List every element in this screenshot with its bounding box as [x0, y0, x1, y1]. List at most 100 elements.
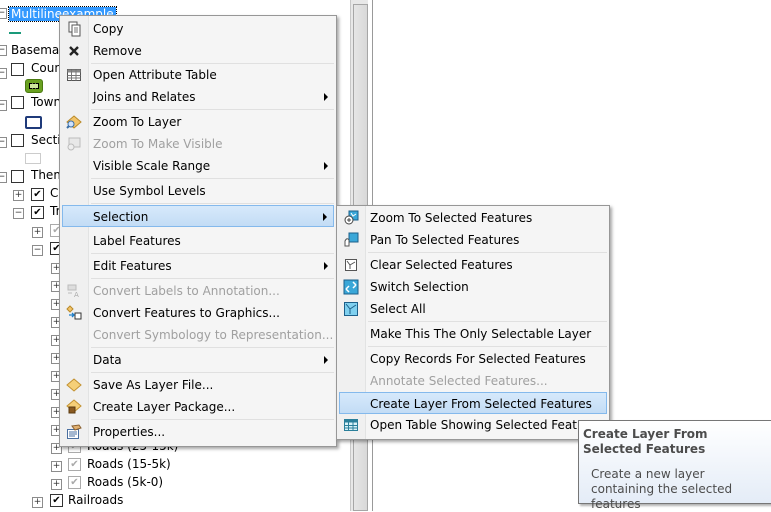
layer-visibility-checkbox[interactable]: [11, 63, 24, 76]
submenu-arrow-icon: [324, 162, 328, 170]
layer-visibility-checkbox[interactable]: ✔: [68, 458, 81, 471]
menu-item-label: Convert Features to Graphics...: [93, 306, 280, 320]
menu-item-make-only-selectable-layer[interactable]: Make This The Only Selectable Layer: [339, 323, 607, 345]
menu-item-label: Use Symbol Levels: [93, 184, 206, 198]
layer-c[interactable]: C: [50, 184, 58, 202]
menu-item-label: Select All: [370, 302, 426, 316]
layer-visibility-checkbox[interactable]: ✔: [50, 494, 63, 507]
menu-item-label: Properties...: [93, 425, 166, 439]
line-symbol: [9, 32, 21, 34]
layer-visibility-checkbox[interactable]: ✔: [31, 188, 44, 201]
menu-item-copy[interactable]: Copy: [62, 18, 334, 40]
layer-visibility-checkbox[interactable]: [11, 170, 24, 183]
selection-submenu: Zoom To Selected Features Pan To Selecte…: [336, 205, 610, 440]
layer-name: Railroads: [68, 493, 124, 507]
menu-item-create-layer-package[interactable]: Create Layer Package...: [62, 396, 334, 418]
menu-item-annotate-selected-features[interactable]: Annotate Selected Features...: [339, 370, 607, 392]
menu-item-label: Convert Symbology to Representation...: [93, 328, 334, 342]
menu-separator: [91, 109, 334, 110]
menu-item-label: Remove: [93, 44, 142, 58]
menu-separator: [91, 253, 334, 254]
menu-item-label: Edit Features: [93, 259, 172, 273]
menu-item-joins-and-relates[interactable]: Joins and Relates: [62, 86, 334, 108]
menu-separator: [91, 347, 334, 348]
menu-item-use-symbol-levels[interactable]: Use Symbol Levels: [62, 180, 334, 202]
layer-name: Roads (15-5k): [87, 457, 171, 471]
menu-item-label: Switch Selection: [370, 280, 469, 294]
layer-roads-5k-0[interactable]: Roads (5k-0): [87, 473, 163, 491]
collapse-toggle[interactable]: −: [0, 137, 7, 148]
layer-package-icon: [66, 399, 82, 414]
menu-item-label-features[interactable]: Label Features: [62, 230, 334, 252]
menu-item-switch-selection[interactable]: Switch Selection: [339, 276, 607, 298]
menu-item-label: Copy: [93, 22, 124, 36]
collapse-toggle[interactable]: −: [0, 172, 7, 183]
collapse-toggle[interactable]: −: [13, 208, 24, 219]
convert-graphics-icon: [66, 305, 82, 320]
layer-visibility-checkbox[interactable]: [11, 134, 24, 147]
properties-icon: [67, 424, 82, 439]
menu-item-convert-symbology-to-representation[interactable]: Convert Symbology to Representation...: [62, 324, 334, 346]
tooltip-title: Create Layer From Selected Features: [583, 427, 708, 456]
section-polygon-symbol: [25, 153, 41, 164]
menu-item-edit-features[interactable]: Edit Features: [62, 255, 334, 277]
menu-item-data[interactable]: Data: [62, 349, 334, 371]
menu-item-label: Visible Scale Range: [93, 159, 211, 173]
menu-item-copy-records[interactable]: Copy Records For Selected Features: [339, 348, 607, 370]
menu-separator: [91, 203, 334, 204]
layer-railroads[interactable]: Railroads: [68, 491, 123, 509]
town-polygon-symbol: [25, 116, 42, 129]
menu-item-label: Data: [93, 353, 122, 367]
expand-toggle[interactable]: +: [51, 461, 62, 472]
expand-toggle[interactable]: +: [51, 479, 62, 490]
menu-item-label: Label Features: [93, 234, 181, 248]
menu-item-visible-scale-range[interactable]: Visible Scale Range: [62, 155, 334, 177]
select-all-icon: [344, 302, 358, 316]
county-polygon-symbol: [25, 79, 43, 93]
menu-item-properties[interactable]: Properties...: [62, 421, 334, 443]
clear-selection-icon: [345, 259, 357, 271]
collapse-toggle[interactable]: −: [0, 8, 7, 19]
collapse-toggle[interactable]: −: [32, 245, 43, 256]
menu-item-open-attribute-table[interactable]: Open Attribute Table: [62, 64, 334, 86]
remove-x-icon: [69, 46, 79, 56]
layer-visibility-checkbox[interactable]: ✔: [31, 206, 44, 219]
collapse-toggle[interactable]: −: [0, 100, 7, 111]
layer-name: C: [50, 186, 59, 200]
menu-separator: [91, 419, 334, 420]
layer-context-menu: Copy Remove Open Attribute Table Joins a…: [59, 15, 337, 447]
menu-item-convert-features-to-graphics[interactable]: Convert Features to Graphics...: [62, 302, 334, 324]
table-icon: [344, 419, 358, 431]
menu-item-label: Create Layer From Selected Features: [370, 397, 592, 411]
menu-item-zoom-to-selected-features[interactable]: Zoom To Selected Features: [339, 207, 607, 229]
menu-separator: [91, 178, 334, 179]
menu-item-create-layer-from-selected[interactable]: Create Layer From Selected Features: [339, 392, 607, 414]
menu-item-label: Copy Records For Selected Features: [370, 352, 586, 366]
layer-file-icon: [66, 378, 82, 392]
submenu-arrow-icon: [324, 356, 328, 364]
menu-item-selection[interactable]: Selection: [62, 205, 334, 227]
zoom-selected-icon: [344, 210, 359, 225]
menu-item-clear-selected-features[interactable]: Clear Selected Features: [339, 254, 607, 276]
submenu-arrow-icon: [324, 262, 328, 270]
menu-item-open-table-showing-selected[interactable]: Open Table Showing Selected Features: [339, 414, 607, 436]
expand-toggle[interactable]: +: [32, 227, 43, 238]
collapse-toggle[interactable]: −: [0, 45, 7, 56]
layer-visibility-checkbox[interactable]: [11, 96, 24, 109]
menu-item-zoom-to-make-visible[interactable]: Zoom To Make Visible: [62, 133, 334, 155]
menu-item-label: Save As Layer File...: [93, 378, 214, 392]
menu-item-save-as-layer-file[interactable]: Save As Layer File...: [62, 374, 334, 396]
expand-toggle[interactable]: +: [32, 497, 43, 508]
menu-item-pan-to-selected-features[interactable]: Pan To Selected Features: [339, 229, 607, 251]
menu-separator: [91, 278, 334, 279]
layer-roads-15-5k[interactable]: Roads (15-5k): [87, 455, 171, 473]
collapse-toggle[interactable]: −: [0, 68, 7, 79]
layer-visibility-checkbox[interactable]: ✔: [68, 476, 81, 489]
menu-item-zoom-to-layer[interactable]: Zoom To Layer: [62, 111, 334, 133]
menu-item-label: Make This The Only Selectable Layer: [370, 327, 592, 341]
expand-toggle[interactable]: +: [13, 190, 24, 201]
menu-item-select-all[interactable]: Select All: [339, 298, 607, 320]
menu-item-convert-labels-to-annotation[interactable]: A Convert Labels to Annotation...: [62, 280, 334, 302]
menu-separator: [368, 346, 607, 347]
menu-item-remove[interactable]: Remove: [62, 40, 334, 62]
